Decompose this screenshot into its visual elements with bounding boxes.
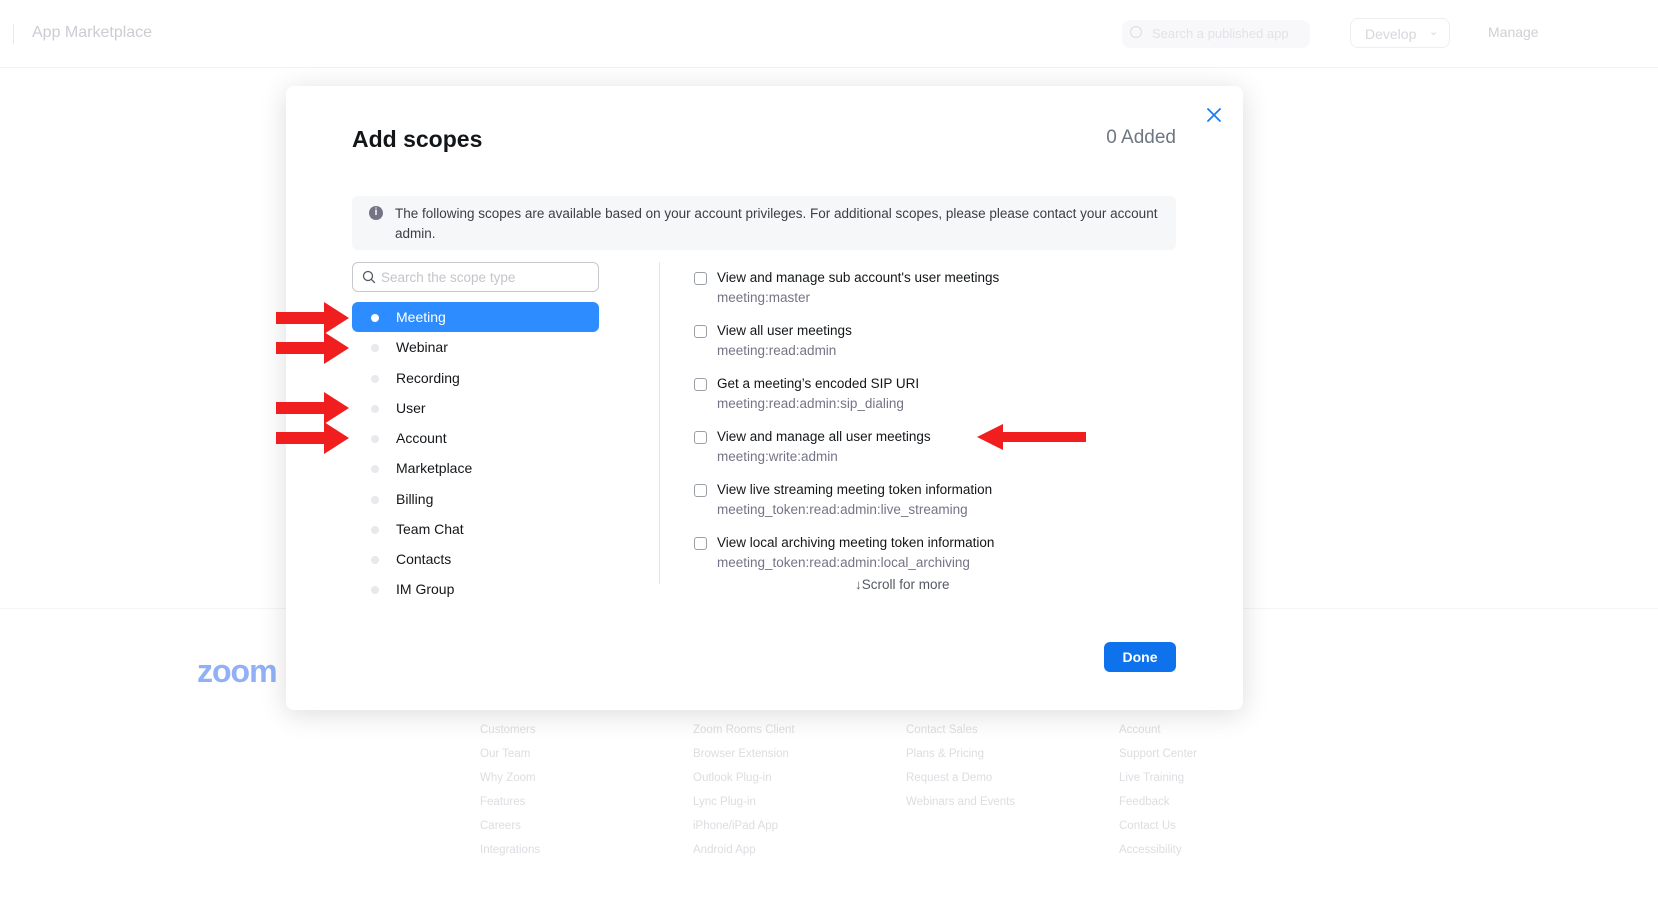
bullet-icon [371, 495, 379, 504]
bullet-icon [371, 404, 379, 413]
scope-name: View and manage sub account's user meeti… [717, 270, 1000, 285]
category-item-billing[interactable]: Billing [352, 484, 599, 514]
category-label: Billing [396, 490, 434, 507]
scope-checkbox[interactable] [694, 431, 707, 444]
category-label: Contacts [396, 551, 452, 567]
category-item-account[interactable]: Account [352, 423, 599, 453]
category-item-team-chat[interactable]: Team Chat [352, 514, 599, 544]
scope-code: meeting_token:read:admin:live_streaming [717, 502, 968, 517]
category-item-marketplace[interactable]: Marketplace [352, 453, 599, 483]
category-item-contacts[interactable]: Contacts [352, 544, 599, 574]
scope-type-search[interactable] [352, 262, 599, 292]
category-item-meeting[interactable]: Meeting [352, 302, 599, 332]
scope-checkbox[interactable] [694, 272, 707, 285]
category-label: User [396, 399, 426, 416]
category-label: IM Group [396, 581, 455, 598]
scope-item: View and manage sub account's user meeti… [694, 269, 1194, 322]
annotation-arrow-right-icon [276, 422, 349, 454]
category-item-webinar[interactable]: Webinar [352, 332, 599, 362]
bullet-icon [371, 344, 379, 353]
scope-item: View and manage all user meetings meetin… [694, 428, 1194, 481]
bullet-icon [371, 435, 379, 443]
scope-name: View live streaming meeting token inform… [717, 482, 993, 497]
category-label: Webinar [396, 339, 448, 356]
dialog-title: Add scopes [352, 126, 483, 152]
scope-name: Get a meeting’s encoded SIP URI [717, 376, 920, 391]
annotation-arrow-left-icon [977, 424, 1086, 450]
scope-name: View local archiving meeting token infor… [717, 535, 995, 550]
scope-name: View and manage all user meetings [717, 429, 931, 444]
scope-code: meeting:read:admin [717, 343, 837, 358]
done-button[interactable]: Done [1104, 642, 1176, 672]
scope-item: View live streaming meeting token inform… [694, 481, 1194, 534]
scope-checkbox[interactable] [694, 484, 707, 497]
scope-name: View all user meetings [717, 323, 852, 338]
scroll-for-more-hint[interactable]: ↓Scroll for more [853, 577, 952, 592]
scope-checkbox[interactable] [694, 537, 707, 550]
category-label: Meeting [396, 309, 446, 325]
category-label: Marketplace [396, 460, 473, 477]
close-icon[interactable] [1205, 106, 1223, 124]
info-icon: i [369, 206, 383, 220]
scope-item: Get a meeting’s encoded SIP URI meeting:… [694, 375, 1194, 428]
bullet-icon [371, 556, 379, 564]
search-icon [362, 270, 376, 284]
scope-category-list: Meeting Webinar Recording User Account M… [352, 302, 599, 605]
scope-type-search-input[interactable] [381, 267, 591, 287]
scope-list[interactable]: View and manage sub account's user meeti… [694, 269, 1194, 591]
category-label: Account [396, 430, 447, 446]
add-scopes-dialog: Add scopes 0 Added i The following scope… [286, 86, 1243, 710]
scope-code: meeting:write:admin [717, 449, 838, 464]
annotation-arrow-right-icon [276, 302, 349, 334]
scope-code: meeting:master [717, 290, 811, 305]
category-item-user[interactable]: User [352, 393, 599, 423]
category-item-im-group[interactable]: IM Group [352, 574, 599, 604]
annotation-arrow-right-icon [276, 392, 349, 424]
bullet-icon [371, 374, 379, 383]
info-text: The following scopes are available based… [395, 206, 1158, 241]
bullet-icon [371, 314, 379, 322]
scope-code: meeting_token:read:admin:local_archiving [717, 555, 970, 570]
bullet-icon [371, 465, 379, 474]
annotation-arrow-right-icon [276, 332, 349, 364]
scope-item: View all user meetings meeting:read:admi… [694, 322, 1194, 375]
bullet-icon [371, 586, 379, 595]
scope-code: meeting:read:admin:sip_dialing [717, 396, 904, 411]
info-banner: i The following scopes are available bas… [352, 196, 1176, 250]
category-label: Team Chat [396, 520, 464, 537]
category-item-recording[interactable]: Recording [352, 363, 599, 393]
scope-checkbox[interactable] [694, 378, 707, 391]
category-label: Recording [396, 369, 460, 386]
panel-divider [659, 262, 660, 584]
scope-checkbox[interactable] [694, 325, 707, 338]
bullet-icon [371, 525, 379, 534]
added-count: 0 Added [1106, 127, 1176, 148]
